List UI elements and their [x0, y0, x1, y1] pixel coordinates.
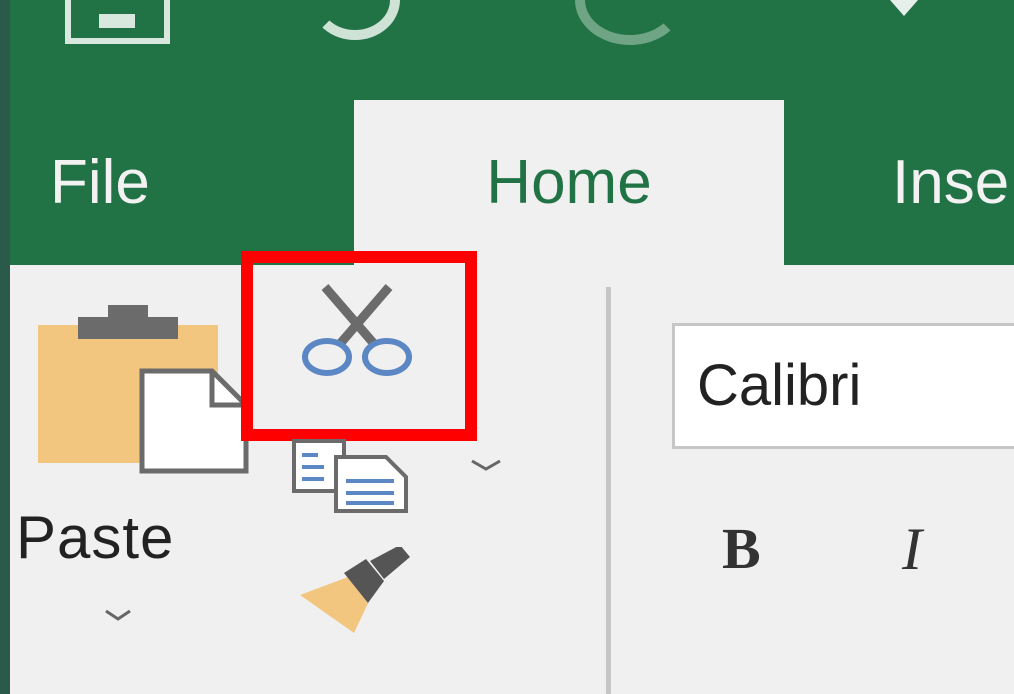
- paintbrush-icon[interactable]: [292, 547, 412, 637]
- paste-button[interactable]: [24, 305, 254, 480]
- customize-toolbar-icon[interactable]: [890, 0, 918, 16]
- italic-button[interactable]: I: [902, 515, 922, 584]
- tab-insert[interactable]: Inse: [892, 100, 1009, 265]
- tab-home[interactable]: Home: [354, 100, 784, 265]
- bold-button[interactable]: B: [722, 515, 761, 582]
- undo-icon[interactable]: [310, 0, 400, 40]
- copy-chevron-down-icon[interactable]: [468, 457, 504, 473]
- group-divider: [606, 287, 611, 694]
- home-ribbon: Paste Calibri B I: [10, 251, 1014, 694]
- scissors-icon: [302, 284, 412, 376]
- tab-file[interactable]: File: [50, 100, 150, 265]
- save-icon[interactable]: [65, 0, 170, 44]
- redo-icon[interactable]: [575, 0, 685, 45]
- quick-access-toolbar: [10, 0, 1014, 80]
- font-name-combobox[interactable]: Calibri: [672, 323, 1014, 449]
- copy-icon[interactable]: [290, 437, 410, 513]
- cut-button[interactable]: [241, 251, 477, 441]
- excel-window: File Home Inse Paste Calibri B I: [10, 0, 1014, 694]
- clipboard-icon: [38, 305, 249, 474]
- paste-chevron-down-icon[interactable]: [102, 607, 134, 623]
- paste-label[interactable]: Paste: [16, 503, 174, 572]
